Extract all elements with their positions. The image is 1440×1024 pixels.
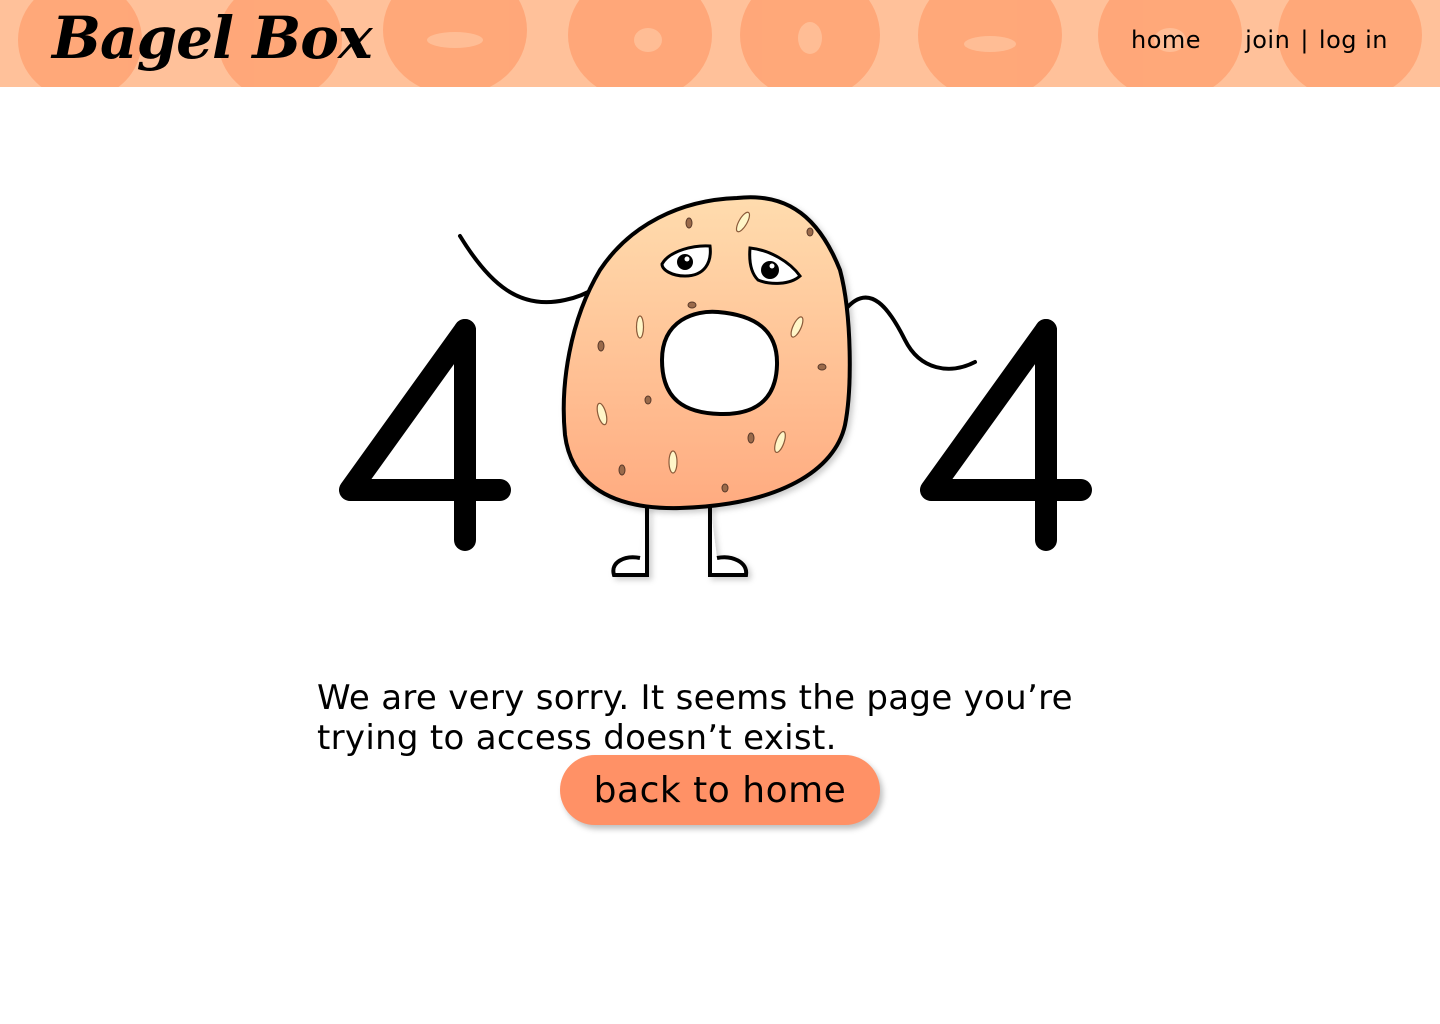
error-404-illustration bbox=[339, 195, 1092, 577]
site-header: Bagel Box home join | log in bbox=[0, 0, 1440, 87]
nav-login-link[interactable]: log in bbox=[1319, 26, 1388, 54]
nav-join-link[interactable]: join bbox=[1245, 26, 1290, 54]
nav-home-link[interactable]: home bbox=[1131, 26, 1201, 54]
sad-bagel-icon bbox=[458, 195, 977, 577]
left-digit-four bbox=[339, 319, 511, 551]
right-digit-four bbox=[920, 319, 1092, 551]
main-nav: home join | log in bbox=[1131, 26, 1388, 54]
error-message: We are very sorry. It seems the page you… bbox=[317, 678, 1073, 758]
site-logo[interactable]: Bagel Box bbox=[52, 2, 373, 74]
nav-separator: | bbox=[1300, 26, 1309, 54]
back-to-home-button[interactable]: back to home bbox=[560, 755, 880, 825]
